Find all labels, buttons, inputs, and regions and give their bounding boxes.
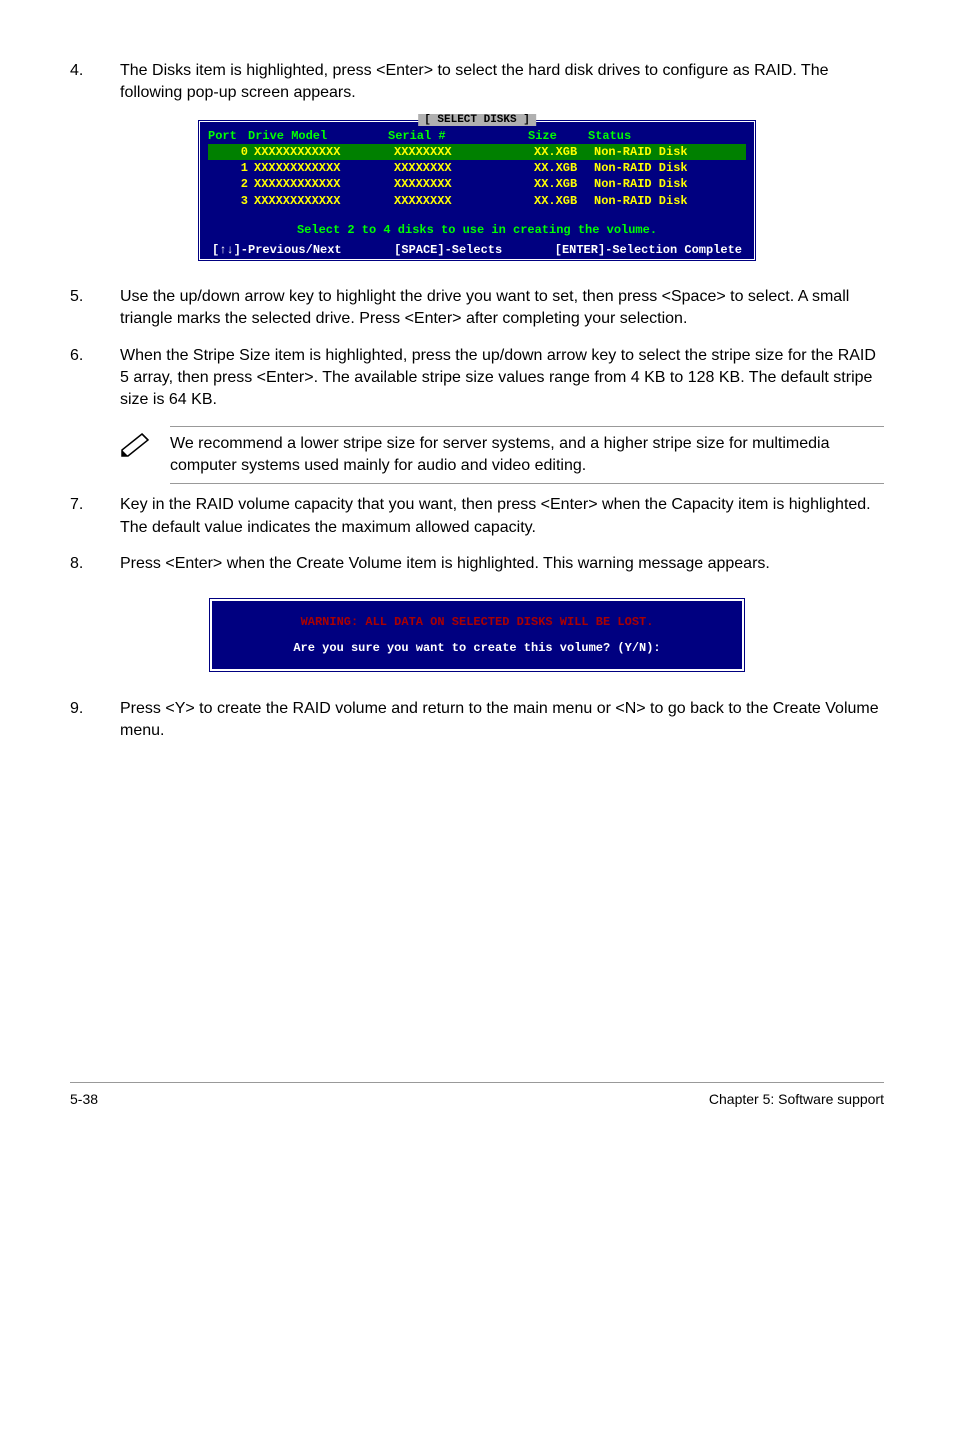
document-page: 4. The Disks item is highlighted, press … [0, 0, 954, 1137]
bios-cell-status: Non-RAID Disk [594, 176, 746, 192]
bios-disk-row[interactable]: 3 XXXXXXXXXXXX XXXXXXXX XX.XGB Non-RAID … [208, 193, 746, 209]
bios-disk-row[interactable]: 1 XXXXXXXXXXXX XXXXXXXX XX.XGB Non-RAID … [208, 160, 746, 176]
step-number: 6. [70, 345, 120, 412]
bios-disk-row[interactable]: 2 XXXXXXXXXXXX XXXXXXXX XX.XGB Non-RAID … [208, 176, 746, 192]
step-number: 4. [70, 60, 120, 105]
bios-cell-status: Non-RAID Disk [594, 160, 746, 176]
bios-select-disks-box: [ SELECT DISKS ] Port Drive Model Serial… [197, 119, 757, 262]
bios-cell-status: Non-RAID Disk [594, 193, 746, 209]
step-text: Key in the RAID volume capacity that you… [120, 494, 884, 539]
page-footer: 5-38 Chapter 5: Software support [70, 1082, 884, 1107]
bios-header-model: Drive Model [248, 128, 388, 144]
step-number: 5. [70, 286, 120, 331]
bios-cell-port: 0 [208, 144, 254, 160]
bios-cell-port: 2 [208, 176, 254, 192]
step-7: 7. Key in the RAID volume capacity that … [70, 494, 884, 539]
bios-hint: Select 2 to 4 disks to use in creating t… [208, 223, 746, 237]
bios-header-port: Port [208, 128, 248, 144]
bios-footer-mid: [SPACE]-Selects [394, 243, 502, 257]
warning-line: WARNING: ALL DATA ON SELECTED DISKS WILL… [222, 615, 732, 629]
step-text: The Disks item is highlighted, press <En… [120, 60, 884, 105]
step-4: 4. The Disks item is highlighted, press … [70, 60, 884, 105]
footer-page-number: 5-38 [70, 1091, 98, 1107]
step-9: 9. Press <Y> to create the RAID volume a… [70, 698, 884, 743]
step-number: 7. [70, 494, 120, 539]
step-text: Press <Enter> when the Create Volume ite… [120, 553, 884, 575]
pencil-note-icon [120, 430, 156, 465]
step-text: Use the up/down arrow key to highlight t… [120, 286, 884, 331]
bios-cell-port: 1 [208, 160, 254, 176]
bios-disk-row[interactable]: 0 XXXXXXXXXXXX XXXXXXXX XX.XGB Non-RAID … [208, 144, 746, 160]
step-number: 9. [70, 698, 120, 743]
bios-cell-size: XX.XGB [534, 160, 594, 176]
bios-cell-serial: XXXXXXXX [394, 160, 534, 176]
bios-cell-size: XX.XGB [534, 176, 594, 192]
confirm-prompt[interactable]: Are you sure you want to create this vol… [222, 641, 732, 655]
bios-cell-model: XXXXXXXXXXXX [254, 176, 394, 192]
bios-cell-size: XX.XGB [534, 193, 594, 209]
bios-footer-right: [ENTER]-Selection Complete [555, 243, 742, 257]
bios-header-row: Port Drive Model Serial # Size Status [208, 128, 746, 144]
step-text: When the Stripe Size item is highlighted… [120, 345, 884, 412]
step-8: 8. Press <Enter> when the Create Volume … [70, 553, 884, 575]
bios-header-status: Status [588, 128, 746, 144]
bios-footer-left: [↑↓]-Previous/Next [212, 243, 342, 257]
step-6: 6. When the Stripe Size item is highligh… [70, 345, 884, 412]
step-text: Press <Y> to create the RAID volume and … [120, 698, 884, 743]
bios-header-serial: Serial # [388, 128, 528, 144]
bios-cell-size: XX.XGB [534, 144, 594, 160]
step-5: 5. Use the up/down arrow key to highligh… [70, 286, 884, 331]
bios-header-size: Size [528, 128, 588, 144]
bios-cell-port: 3 [208, 193, 254, 209]
bios-cell-serial: XXXXXXXX [394, 144, 534, 160]
bios-title: [ SELECT DISKS ] [418, 114, 536, 126]
footer-chapter: Chapter 5: Software support [709, 1091, 884, 1107]
bios-warning-box: WARNING: ALL DATA ON SELECTED DISKS WILL… [207, 596, 747, 674]
bios-footer: [↑↓]-Previous/Next [SPACE]-Selects [ENTE… [208, 243, 746, 257]
step-number: 8. [70, 553, 120, 575]
note-text: We recommend a lower stripe size for ser… [170, 426, 884, 485]
note-block: We recommend a lower stripe size for ser… [120, 426, 884, 485]
bios-cell-status: Non-RAID Disk [594, 144, 746, 160]
bios-cell-serial: XXXXXXXX [394, 176, 534, 192]
bios-cell-serial: XXXXXXXX [394, 193, 534, 209]
bios-cell-model: XXXXXXXXXXXX [254, 160, 394, 176]
bios-cell-model: XXXXXXXXXXXX [254, 193, 394, 209]
bios-cell-model: XXXXXXXXXXXX [254, 144, 394, 160]
